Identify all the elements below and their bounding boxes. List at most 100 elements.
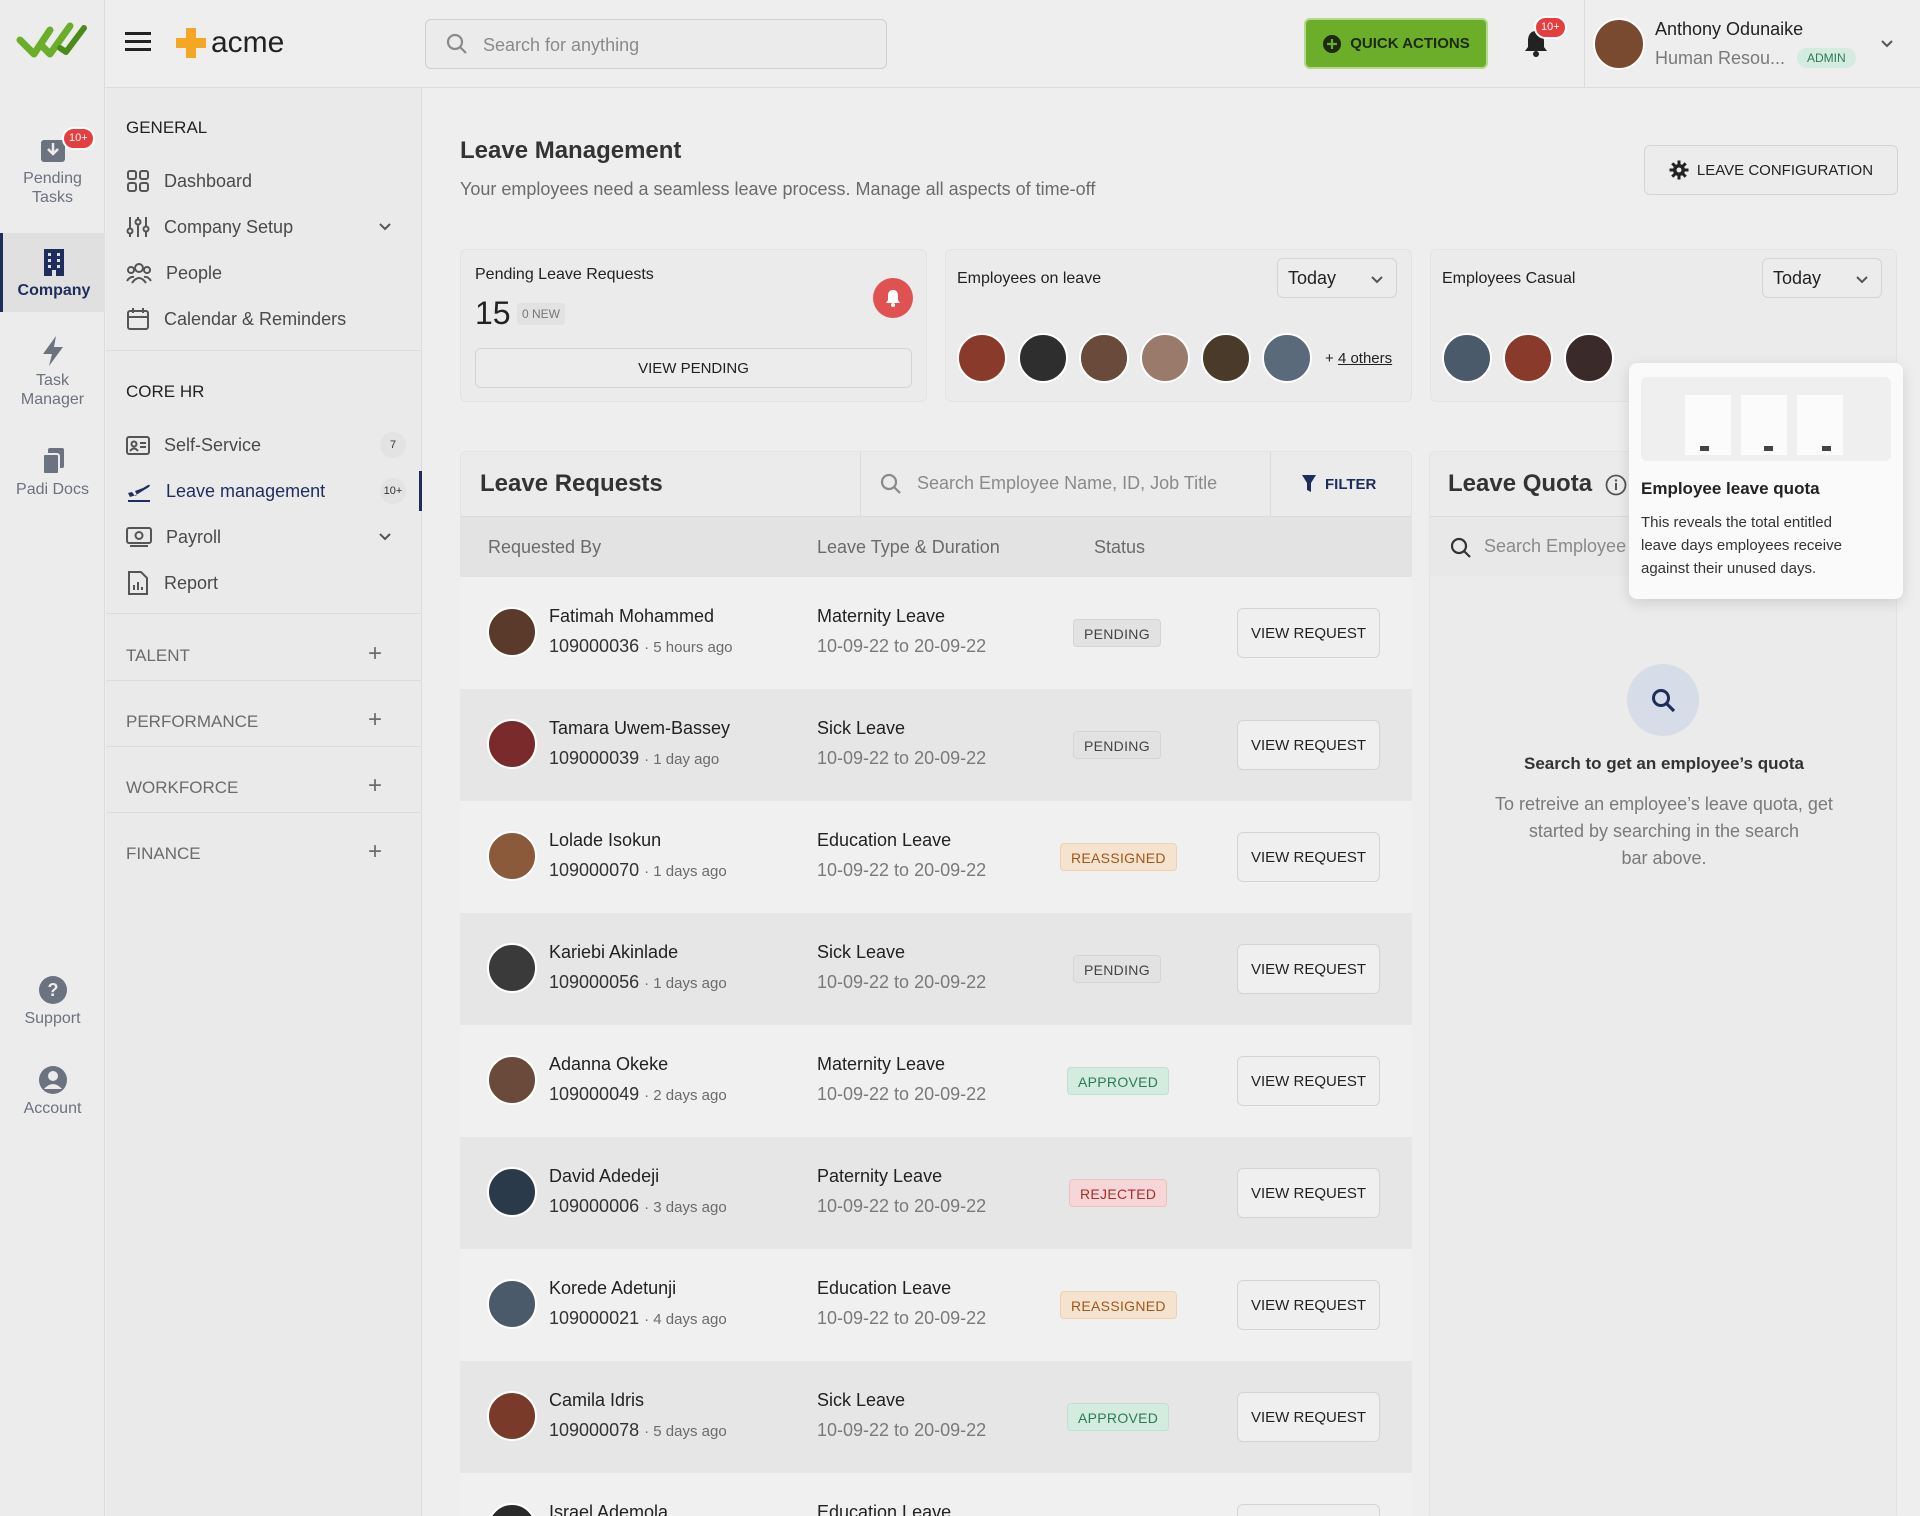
top-bar	[105, 0, 1920, 88]
avatar[interactable]	[487, 1391, 537, 1441]
column-requested-by: Requested By	[488, 537, 602, 557]
on-leave-period-select[interactable]: Today	[1277, 258, 1397, 298]
filter-button[interactable]: FILTER	[1301, 474, 1376, 494]
view-pending-button[interactable]: VIEW PENDING	[475, 348, 912, 388]
view-request-button[interactable]: VIEW REQUEST	[1237, 1280, 1380, 1330]
leave-dates: 10-09-22 to 20-09-22	[817, 748, 987, 768]
nav-item-report[interactable]: Report	[126, 568, 416, 598]
rail-support[interactable]: ? Support	[0, 975, 105, 1028]
rail-task-manager[interactable]: Task Manager	[0, 335, 105, 409]
hamburger-menu-icon[interactable]	[125, 30, 151, 59]
rail-pending-tasks[interactable]: Pending Tasks 10+	[0, 127, 105, 207]
status-badge: REASSIGNED	[1060, 843, 1177, 871]
others-count: 4 others	[1337, 350, 1393, 367]
notification-bell-icon[interactable]: 10+	[1522, 16, 1567, 63]
quota-tooltip: Employee leave quota This reveals the to…	[1629, 363, 1903, 599]
avatar[interactable]	[1018, 333, 1068, 383]
view-request-button[interactable]: VIEW REQUEST	[1237, 608, 1380, 658]
view-request-button[interactable]: VIEW REQUEST	[1237, 720, 1380, 770]
nav-section-talent[interactable]: TALENT +	[126, 640, 402, 667]
nav-item-dashboard[interactable]: Dashboard	[126, 166, 416, 196]
avatar[interactable]	[487, 943, 537, 993]
quota-empty-line2: started by searching in the search	[1528, 821, 1800, 841]
app-rail: Pending Tasks 10+ Company Task Manager P…	[0, 0, 105, 1516]
avatar[interactable]	[487, 1503, 537, 1516]
avatar[interactable]	[487, 607, 537, 657]
nav-item-calendar[interactable]: Calendar & Reminders	[126, 304, 416, 334]
rail-account[interactable]: Account	[0, 1065, 105, 1118]
others-link[interactable]: + 4 others	[1325, 350, 1392, 367]
expand-plus-icon: +	[367, 772, 382, 799]
search-icon	[880, 473, 901, 494]
view-request-button[interactable]: VIEW REQUEST	[1237, 1504, 1380, 1516]
pending-card-title: Pending Leave Requests	[475, 266, 654, 283]
employees-on-leave-card: Employees on leave Today + 4 others	[945, 249, 1412, 402]
table-row: Lolade Isokun 109000070 · 1 days ago Educa…	[460, 801, 1412, 913]
tooltip-illustration	[1641, 377, 1891, 461]
avatar[interactable]	[1442, 333, 1492, 383]
leave-type: Sick Leave	[817, 718, 906, 738]
report-icon	[128, 571, 148, 595]
nav-section-workforce[interactable]: WORKFORCE +	[126, 772, 402, 799]
user-menu-chevron-icon[interactable]	[1880, 36, 1894, 54]
rail-padi-docs[interactable]: Padi Docs	[0, 446, 105, 499]
casual-period-select[interactable]: Today	[1762, 258, 1882, 298]
table-row: Kariebi Akinlade 109000056 · 1 days ago Si…	[460, 913, 1412, 1025]
leave-configuration-button[interactable]: LEAVE CONFIGURATION	[1644, 145, 1898, 195]
nav-item-company-setup[interactable]: Company Setup	[126, 212, 416, 242]
id-card-icon	[126, 436, 150, 455]
avatar[interactable]	[487, 719, 537, 769]
avatar[interactable]	[1140, 333, 1190, 383]
leave-dates: 10-09-22 to 20-09-22	[817, 1084, 987, 1104]
nav-section-finance[interactable]: FINANCE +	[126, 838, 402, 865]
view-request-button[interactable]: VIEW REQUEST	[1237, 1056, 1380, 1106]
expand-plus-icon: +	[367, 838, 382, 865]
nav-item-people[interactable]: People	[126, 258, 416, 288]
nav-section-finance-label: FINANCE	[126, 844, 201, 863]
view-request-button[interactable]: VIEW REQUEST	[1237, 832, 1380, 882]
avatar[interactable]	[1503, 333, 1553, 383]
nav-item-self-service[interactable]: Self-Service 7	[126, 430, 416, 460]
avatar[interactable]	[1201, 333, 1251, 383]
avatar[interactable]	[1564, 333, 1614, 383]
avatar[interactable]	[1262, 333, 1312, 383]
app-logo-icon[interactable]	[16, 18, 88, 67]
table-row: Tamara Uwem-Bassey 109000039 · 1 day ago S…	[460, 689, 1412, 801]
request-search-input[interactable]: Search Employee Name, ID, Job Title	[861, 452, 1270, 516]
avatar[interactable]	[957, 333, 1007, 383]
avatar[interactable]	[1079, 333, 1129, 383]
quick-actions-button[interactable]: QUICK ACTIONS	[1304, 18, 1488, 69]
view-request-button[interactable]: VIEW REQUEST	[1237, 1392, 1380, 1442]
global-search-input[interactable]: Search for anything	[425, 19, 887, 69]
view-request-button[interactable]: VIEW REQUEST	[1237, 944, 1380, 994]
nav-section-performance[interactable]: PERFORMANCE +	[126, 706, 402, 733]
avatar[interactable]	[487, 1167, 537, 1217]
rail-company[interactable]: Company	[0, 233, 105, 312]
view-request-button[interactable]: VIEW REQUEST	[1237, 1168, 1380, 1218]
avatar[interactable]	[487, 1279, 537, 1329]
avatar[interactable]	[487, 1055, 537, 1105]
calendar-icon	[127, 308, 149, 330]
status-badge: PENDING	[1073, 955, 1161, 983]
acme-plus-icon	[176, 28, 206, 58]
brand-logo[interactable]: acme	[175, 26, 284, 60]
employee-id: 109000036	[549, 636, 640, 656]
status-badge: APPROVED	[1067, 1403, 1170, 1431]
requester-name: Korede Adetunji	[549, 1278, 677, 1298]
avatar[interactable]	[487, 831, 537, 881]
on-leave-period-value: Today	[1288, 267, 1337, 288]
status-badge: APPROVED	[1067, 1067, 1170, 1095]
info-icon[interactable]	[1605, 474, 1627, 496]
sliders-icon	[126, 217, 150, 237]
request-age: 1 days ago	[653, 863, 727, 880]
nav-item-payroll[interactable]: Payroll	[126, 522, 416, 552]
user-avatar[interactable]	[1593, 18, 1645, 70]
alert-bell-icon	[873, 278, 913, 318]
quota-search-placeholder: Search Employee	[1484, 536, 1627, 556]
nav-item-leave-management[interactable]: Leave management 10+	[126, 476, 416, 506]
leave-type: Education Leave	[817, 830, 952, 850]
leave-configuration-label: LEAVE CONFIGURATION	[1696, 161, 1874, 179]
quota-empty-title: Search to get an employee’s quota	[1524, 754, 1804, 773]
requester-meta: 109000039 · 1 day ago	[549, 748, 720, 768]
plane-icon	[128, 484, 150, 502]
